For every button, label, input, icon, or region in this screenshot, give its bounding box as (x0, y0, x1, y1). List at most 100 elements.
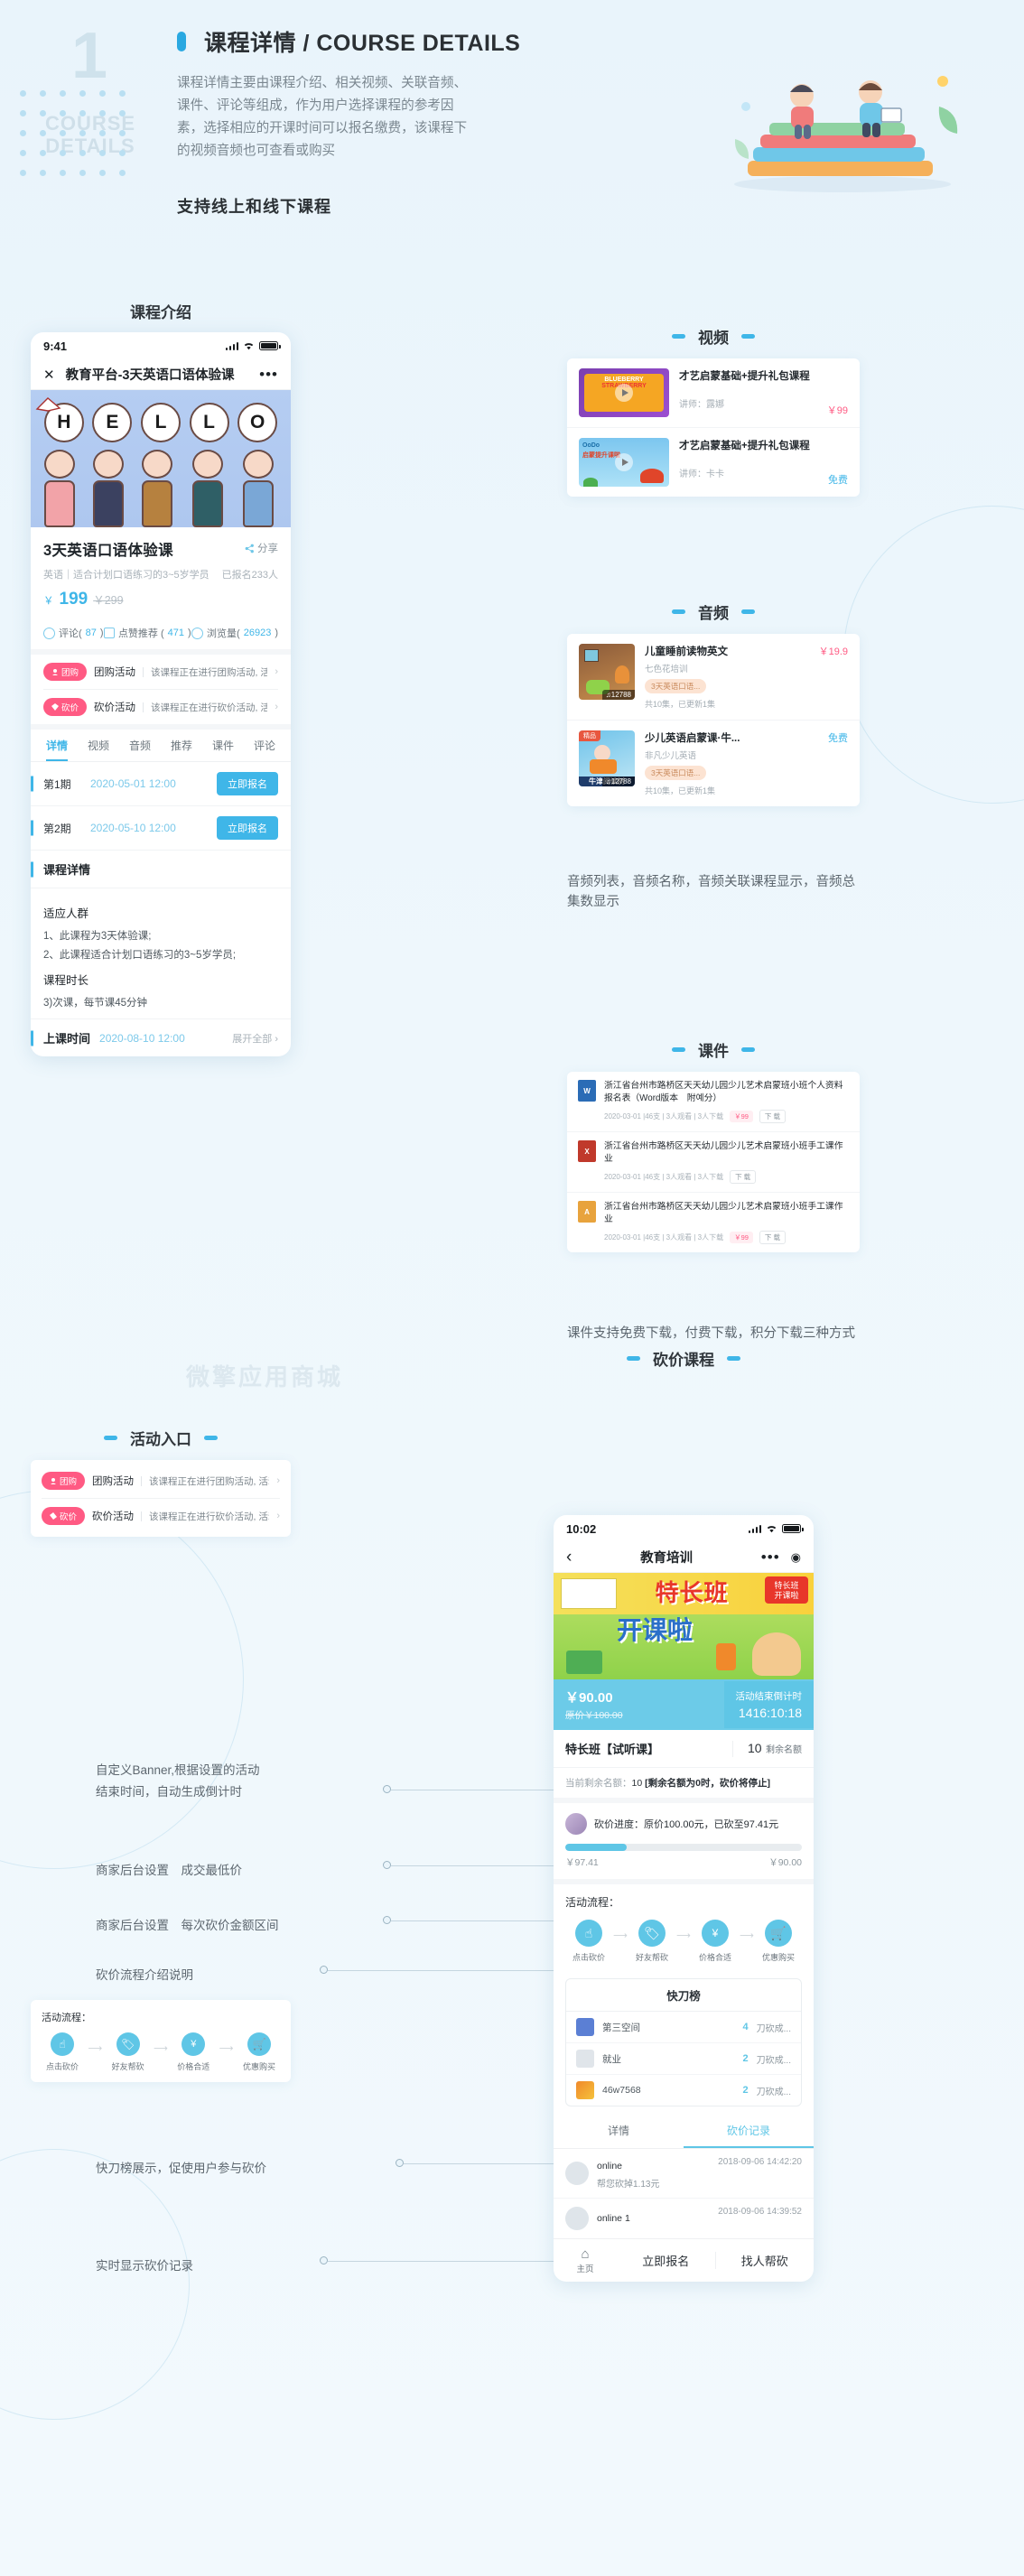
tab-detail[interactable]: 详情 (554, 2115, 684, 2148)
rank-name: 46w7568 (602, 2085, 641, 2096)
download-button[interactable]: 下 载 (759, 1231, 787, 1244)
tab-video[interactable]: 视频 (88, 738, 109, 761)
rank-row: 46w7568 2 刀砍成... (566, 2075, 801, 2106)
dash-right (204, 1436, 218, 1440)
course-meta: 英语｜适合计划口语练习的3~5岁学员 已报名233人 (43, 567, 278, 581)
courseware-row[interactable]: X 浙江省台州市路桥区天天幼儿园少儿艺术启蒙班小班手工课作业 2020-03-0… (567, 1132, 860, 1193)
promo-row-group[interactable]: 团购 团购活动 该课程正在进行团购活动, 活动仅剩... › (43, 655, 278, 690)
battery-icon (782, 1524, 804, 1533)
promo-name: 砍价活动 (94, 702, 136, 713)
audio-badge: 精品 (579, 730, 600, 741)
audio-info: 少儿英语启蒙课·牛... 非凡少儿英语 3天英语口语... 共10集，已更新1集 (645, 730, 818, 796)
rank-avatar (576, 2050, 594, 2068)
home-button[interactable]: ⌂ 主页 (554, 2246, 617, 2274)
course-stats: 评论(87) 点赞推荐 (471) 浏览量(26923) (43, 618, 278, 644)
decor-dot (99, 90, 106, 97)
chevron-right-icon: › (275, 666, 278, 677)
tab-audio[interactable]: 音频 (129, 738, 151, 761)
progress-left: ￥97.41 (565, 1857, 599, 1868)
decor-dot (79, 150, 86, 156)
decor-dot (99, 150, 106, 156)
activity-row-group[interactable]: 团购 团购活动 该课程正在进行团购活动, 活动仅剩... › (42, 1464, 280, 1499)
more-icon[interactable]: ••• (259, 366, 278, 384)
flow-step: ¥ 价格合适 (692, 1920, 739, 1963)
tab-detail[interactable]: 详情 (45, 738, 68, 761)
thumbup-icon (103, 628, 115, 638)
enroll-button[interactable]: 立即报名 (217, 816, 278, 840)
progress-right: ￥90.00 (768, 1857, 802, 1868)
activity-row-bargain[interactable]: 砍价 砍价活动 该课程正在进行砍价活动, 活动仅剩... › (42, 1499, 280, 1533)
audio-thumbnail: 精品 牛津阅读树 ♫12788 (579, 730, 635, 786)
course-detail-body: 适应人群 1、此课程为3天体验课; 2、此课程适合计划口语练习的3~5岁学员; … (31, 888, 291, 1018)
audience-line-1: 1、此课程为3天体验课; (43, 931, 152, 942)
status-icons (225, 341, 281, 350)
download-button[interactable]: 下 载 (759, 1110, 787, 1123)
more-icon[interactable]: ••• (761, 1548, 780, 1567)
cart-icon: 🛒 (247, 2032, 271, 2056)
duration-value: 3)次课，每节课45分钟 (43, 998, 148, 1009)
bg-circle (843, 506, 1024, 804)
close-icon[interactable]: ✕ (43, 367, 55, 383)
video-row[interactable]: BLUEBERRY STRAWBERRY 才艺启蒙基础+提升礼包课程 讲师：露娜… (567, 358, 860, 428)
log-time: 2018-09-06 14:39:52 (718, 2207, 802, 2217)
back-icon[interactable]: ‹ (566, 1548, 572, 1567)
enroll-button[interactable]: 立即报名 (217, 772, 278, 795)
audio-row[interactable]: ♫12788 儿童睡前读物英文 七色花培训 3天英语口语... 共10集，已更新… (567, 634, 860, 721)
course-meta-left: 英语｜适合计划口语练习的3~5岁学员 (43, 570, 209, 581)
divider (143, 702, 144, 712)
share-button[interactable]: 分享 (245, 541, 278, 555)
audio-info: 儿童睡前读物英文 七色花培训 3天英语口语... 共10集，已更新1集 (645, 644, 809, 710)
flow-title: 活动流程： (565, 1896, 620, 1909)
courseware-row[interactable]: A 浙江省台州市路桥区天天幼儿园少儿艺术启蒙班小班手工课作业 2020-03-0… (567, 1193, 860, 1252)
header-number: 1 (70, 20, 110, 92)
target-icon[interactable]: ◉ (791, 1550, 801, 1565)
tap-icon: ☝ (575, 1920, 602, 1947)
ticket-icon: ¥ (702, 1920, 729, 1947)
tab-recommend[interactable]: 推荐 (171, 738, 192, 761)
download-button[interactable]: 下 载 (730, 1170, 757, 1184)
audio-row[interactable]: 精品 牛津阅读树 ♫12788 少儿英语启蒙课·牛... 非凡少儿英语 3天英语… (567, 721, 860, 806)
annotation-min-price: 商家后台设置 成交最低价 (96, 1864, 242, 1877)
flow-mini-steps: ☝ 点击砍价 ⟶ 🏷 好友帮砍 ⟶ ¥ 价格合适 ⟶ 🛒 优惠购买 (42, 2032, 280, 2072)
audio-course-pill: 3天英语口语... (645, 679, 707, 693)
promo-list: 团购 团购活动 该课程正在进行团购活动, 活动仅剩... › 砍价 砍价活动 该… (31, 655, 291, 724)
audio-price: 免费 (828, 733, 848, 744)
courseware-price-badge: ￥99 (730, 1111, 753, 1122)
decor-dot (40, 150, 46, 156)
tab-courseware[interactable]: 课件 (212, 738, 234, 761)
annotation-line (404, 2163, 554, 2164)
annotation-dot (320, 1966, 328, 1974)
play-icon[interactable] (615, 453, 633, 471)
find-helper-button[interactable]: 找人帮砍 (714, 2252, 815, 2269)
stat-views[interactable]: 浏览量(26923) (191, 626, 278, 640)
rank-count: 4 (742, 2022, 749, 2032)
decor-dot (20, 90, 26, 97)
header-title-row: 课程详情 / COURSE DETAILS (177, 25, 520, 58)
tab-comment[interactable]: 评论 (254, 738, 275, 761)
note-number: 10 (631, 1778, 643, 1789)
decor-dot (119, 150, 126, 156)
play-icon[interactable] (615, 384, 633, 402)
chevron-right-icon: › (276, 1511, 280, 1521)
class-time-row[interactable]: 上课时间 2020-08-10 12:00 展开全部 › (31, 1018, 291, 1056)
flow-step: 🛒 优惠购买 (238, 2032, 280, 2072)
currency-symbol: ￥ (43, 596, 54, 607)
promo-tag-bargain: 砍价 (43, 698, 88, 716)
tab-bargain-records[interactable]: 砍价记录 (684, 2115, 814, 2148)
tag-icon: 🏷 (638, 1920, 666, 1947)
rank-name: 就业 (602, 2053, 621, 2065)
stat-comments[interactable]: 评论(87) (43, 626, 104, 640)
section-label-text: 课程介绍 (130, 304, 191, 321)
annotation-line (328, 1970, 554, 1971)
page-title: 课程详情 / COURSE DETAILS (204, 31, 521, 56)
stat-likes[interactable]: 点赞推荐 (471) (103, 626, 191, 640)
promo-row-bargain[interactable]: 砍价 砍价活动 该课程正在进行砍价活动, 活动仅剩... › (43, 690, 278, 724)
courseware-row[interactable]: W 浙江省台州市路桥区天天幼儿园少儿艺术启蒙班小班个人资料报名表（Word版本 … (567, 1072, 860, 1132)
enroll-now-button[interactable]: 立即报名 (617, 2252, 715, 2269)
bargain-log-row: online 1 2018-09-06 14:39:52 (554, 2199, 814, 2238)
expand-all-link[interactable]: 展开全部 › (232, 1031, 278, 1046)
decor-dot (99, 110, 106, 116)
audio-episodes: 共10集，已更新1集 (645, 786, 716, 795)
video-row[interactable]: OoDo 启蒙提升课啦 才艺启蒙基础+提升礼包课程 讲师：卡卡 免费 (567, 428, 860, 497)
audio-play-count: ♫12788 (601, 777, 635, 786)
